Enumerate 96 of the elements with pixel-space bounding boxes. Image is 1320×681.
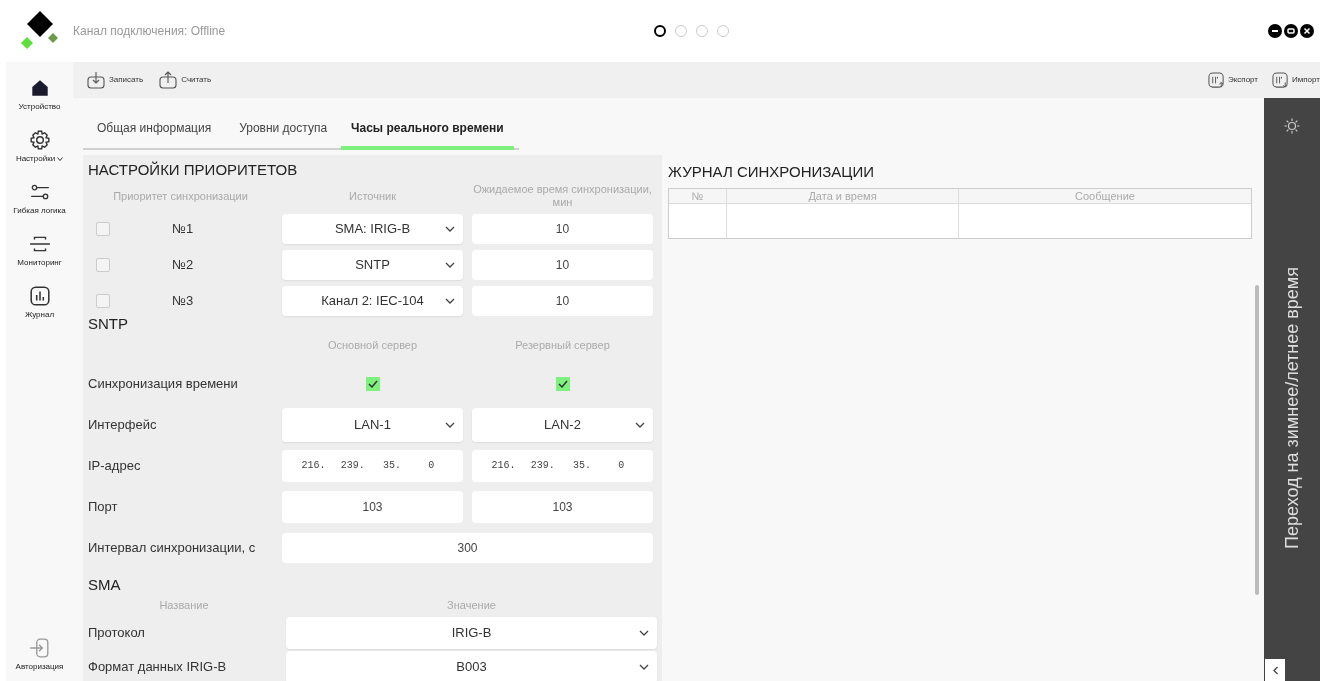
toolbar-button[interactable]: Импорт xyxy=(1272,71,1320,89)
sidebar-item[interactable]: Настройки xyxy=(6,126,73,168)
checkbox[interactable] xyxy=(555,376,570,391)
sidebar-label: Гибкая логика xyxy=(13,205,66,217)
checkbox[interactable] xyxy=(365,376,380,391)
dropdown[interactable]: SNTP xyxy=(282,250,463,280)
priority-label: №1 xyxy=(172,220,194,239)
sidebar-item[interactable]: Мониторинг xyxy=(6,230,73,272)
close-icon xyxy=(1303,27,1311,35)
chevron-down-icon xyxy=(639,663,649,671)
tab[interactable]: Уровни доступа xyxy=(225,108,342,148)
field-label: Порт xyxy=(88,497,119,516)
sidebar-label: Журнал xyxy=(24,309,55,321)
upload-icon xyxy=(159,71,178,89)
sidebar-label: Настройки xyxy=(15,153,56,165)
dropdown[interactable]: SMA: IRIG-B xyxy=(282,214,463,244)
ip-octet[interactable]: 35. xyxy=(562,458,602,473)
field-label: IP-адрес xyxy=(88,456,142,475)
field-label: Формат данных IRIG-B xyxy=(88,658,228,677)
ip-octet[interactable]: 216. xyxy=(294,458,334,473)
tab[interactable]: Часы реального времени xyxy=(341,110,514,150)
input-field[interactable]: 10 xyxy=(472,214,653,244)
download-icon xyxy=(87,71,105,89)
sidebar-label: Устройство xyxy=(18,101,61,113)
column-header: Сообщение xyxy=(1074,188,1136,203)
section-title: ЖУРНАЛ СИНХРОНИЗАЦИИ xyxy=(668,162,876,182)
column-header: Дата и время xyxy=(727,188,959,203)
dropdown[interactable]: IRIG-B xyxy=(286,617,657,649)
ip-address-field[interactable]: 216. 239. 35. 0 xyxy=(472,449,653,482)
field-label: Интерфейс xyxy=(88,415,158,434)
chevron-down-icon xyxy=(639,629,649,637)
column-header: Основной сервер xyxy=(326,338,419,352)
collapse-button[interactable] xyxy=(1265,659,1285,681)
sidebar-item[interactable]: Гибкая логика xyxy=(6,178,73,220)
ip-octet[interactable]: 239. xyxy=(523,458,563,473)
logo-icon xyxy=(20,11,60,51)
chevron-down-icon xyxy=(635,421,645,428)
toolbar-button[interactable]: Считать xyxy=(159,71,212,89)
sidebar-item[interactable]: Журнал xyxy=(6,282,73,324)
column-header: Источник xyxy=(348,189,397,203)
field-label: Синхронизация времени xyxy=(88,374,239,393)
import-icon xyxy=(1272,71,1290,89)
export-icon xyxy=(1207,71,1225,89)
priority-label: №3 xyxy=(172,292,194,311)
ip-octet[interactable]: 0 xyxy=(601,458,641,473)
chart-icon xyxy=(28,285,51,307)
checkbox[interactable] xyxy=(96,294,110,308)
chevron-down-icon xyxy=(445,421,455,428)
sidebar-label: Мониторинг xyxy=(17,257,62,269)
page-indicator[interactable] xyxy=(654,25,666,37)
chevron-left-icon xyxy=(1271,665,1279,675)
priority-label: №2 xyxy=(172,256,194,275)
ip-octet[interactable]: 216. xyxy=(484,458,524,473)
chevron-down-icon xyxy=(445,261,455,269)
field-label: Интервал синхронизации, с xyxy=(88,538,257,557)
maximize-button[interactable] xyxy=(1284,24,1298,38)
close-button[interactable] xyxy=(1300,24,1314,38)
ip-octet[interactable]: 35. xyxy=(372,458,412,473)
section-title: SMA xyxy=(88,575,122,594)
dropdown[interactable]: B003 xyxy=(286,651,657,681)
dropdown[interactable]: Канал 2: IEC-104 xyxy=(282,286,463,316)
dropdown[interactable]: LAN-1 xyxy=(282,407,463,442)
column-header: № xyxy=(669,188,727,203)
section-title: НАСТРОЙКИ ПРИОРИТЕТОВ xyxy=(88,160,299,180)
sidebar-item[interactable]: Авторизация xyxy=(15,637,64,673)
ip-octet[interactable]: 239. xyxy=(333,458,373,473)
input-field[interactable]: 103 xyxy=(282,490,463,523)
column-header: Значение xyxy=(446,598,497,612)
dropdown[interactable]: LAN-2 xyxy=(472,407,653,442)
column-header: Ожидаемое время синхронизации, мин xyxy=(472,183,653,209)
ip-octet[interactable]: 0 xyxy=(411,458,451,473)
minimize-button[interactable] xyxy=(1268,24,1282,38)
chevron-down-icon xyxy=(445,297,455,305)
section-title: SNTP xyxy=(88,314,129,327)
checkbox[interactable] xyxy=(96,222,110,236)
scrollbar[interactable] xyxy=(1255,285,1259,595)
checkbox[interactable] xyxy=(96,258,110,272)
chevron-down-icon xyxy=(445,225,455,233)
gear-icon xyxy=(28,129,51,151)
tab[interactable]: Общая информация xyxy=(83,108,226,148)
connection-status: Канал подключения: Offline xyxy=(73,23,226,40)
column-header: Название xyxy=(158,598,210,612)
toolbar-button[interactable]: Экспорт xyxy=(1207,71,1259,89)
ip-address-field[interactable]: 216. 239. 35. 0 xyxy=(282,449,463,482)
login-icon xyxy=(28,637,51,659)
toolbar-button[interactable]: Записать xyxy=(87,71,144,89)
column-header: Резервный сервер xyxy=(514,338,611,352)
field-label: Протокол xyxy=(88,624,146,643)
input-field[interactable]: 10 xyxy=(472,250,653,280)
input-field[interactable]: 103 xyxy=(472,490,653,523)
input-field[interactable]: 300 xyxy=(282,532,653,563)
column-header: Приоритет синхронизации xyxy=(112,189,249,203)
sidebar-item[interactable]: Устройство xyxy=(6,74,73,116)
sun-icon[interactable] xyxy=(1284,118,1300,134)
minus-icon xyxy=(1271,27,1279,35)
input-field[interactable]: 10 xyxy=(472,286,653,316)
